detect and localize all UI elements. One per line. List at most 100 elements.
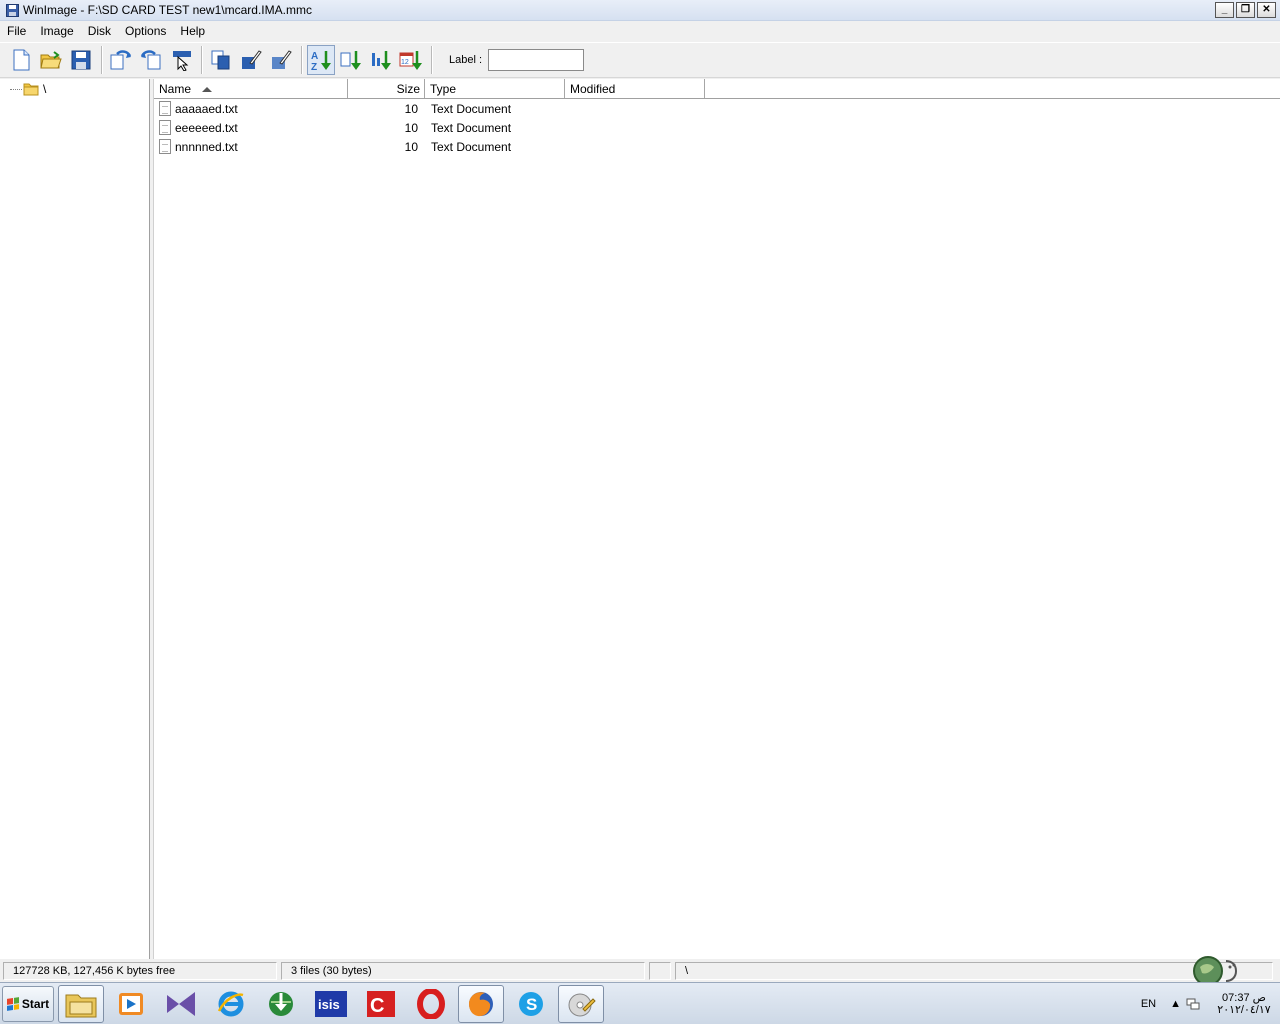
internet-explorer-icon	[217, 991, 244, 1016]
column-header-name[interactable]: Name	[154, 79, 348, 98]
sort-by-date-button[interactable]: 12	[397, 45, 425, 75]
status-blank	[649, 961, 671, 980]
check-button[interactable]	[267, 45, 295, 75]
start-button[interactable]: Start	[2, 985, 54, 1022]
taskbar-skype[interactable]: S	[508, 985, 554, 1023]
taskbar-visual-studio[interactable]	[158, 985, 204, 1023]
column-header-name-label: Name	[159, 82, 192, 96]
taskbar-internet-explorer[interactable]	[208, 985, 254, 1023]
firefox-icon	[469, 991, 493, 1016]
menu-bar: File Image Disk Options Help	[0, 21, 1280, 41]
svg-text:C: C	[370, 995, 384, 1017]
text-file-icon	[159, 120, 171, 135]
tree-item-label: \	[43, 82, 47, 96]
copy-button[interactable]	[207, 45, 235, 75]
toolbar-separator	[201, 46, 203, 74]
sort-by-type-button[interactable]	[337, 45, 365, 75]
close-button[interactable]: ✕	[1257, 2, 1276, 18]
text-file-icon	[159, 139, 171, 154]
minimize-button[interactable]: _	[1215, 2, 1234, 18]
edit-button[interactable]	[237, 45, 265, 75]
table-row[interactable]: eeeeeed.txt 10 Text Document	[154, 118, 1280, 137]
taskbar-opera[interactable]	[408, 985, 454, 1023]
file-name: eeeeeed.txt	[175, 120, 238, 135]
folder-tree: \	[0, 79, 150, 959]
taskbar: Start isis C S EN ▲ 07:37 ص ٢٠١٢/٠٤/١٧	[0, 982, 1280, 1024]
list-header: Name Size Type Modified	[154, 79, 1280, 99]
column-header-modified[interactable]: Modified	[565, 79, 705, 98]
open-folder-icon	[40, 51, 62, 69]
icc-app-icon: C	[367, 990, 395, 1017]
new-image-button[interactable]	[7, 45, 35, 75]
file-type: Text Document	[431, 101, 512, 116]
toolbar-separator	[101, 46, 103, 74]
table-row[interactable]: aaaaaed.txt 10 Text Document	[154, 99, 1280, 118]
svg-text:Z: Z	[311, 62, 317, 72]
save-button[interactable]	[67, 45, 95, 75]
text-file-icon	[159, 101, 171, 116]
opera-icon	[417, 988, 445, 1019]
floppy-disk-icon	[5, 3, 19, 17]
extract-button[interactable]	[107, 45, 135, 75]
tree-connector	[10, 88, 22, 90]
column-header-type[interactable]: Type	[425, 79, 565, 98]
clock-date: ٢٠١٢/٠٤/١٧	[1217, 1004, 1271, 1016]
file-size: 10	[404, 101, 418, 116]
taskbar-explorer[interactable]	[58, 984, 104, 1023]
sort-ascending-icon	[202, 87, 213, 93]
status-free-space: 127728 KB, 127,456 K bytes free	[3, 961, 277, 980]
menu-disk[interactable]: Disk	[81, 24, 118, 38]
file-type: Text Document	[431, 139, 512, 154]
toolbar: AZ 12 Label :	[0, 42, 1280, 78]
table-row[interactable]: nnnnned.txt 10 Text Document	[154, 137, 1280, 156]
status-path: \	[675, 961, 1273, 980]
media-player-icon	[119, 992, 143, 1015]
taskbar-media-player[interactable]	[108, 985, 154, 1023]
menu-file[interactable]: File	[0, 24, 33, 38]
sort-size-icon	[372, 51, 391, 70]
title-bar: WinImage - F:\SD CARD TEST new1\mcard.IM…	[0, 0, 1280, 21]
status-bar: 127728 KB, 127,456 K bytes free 3 files …	[0, 959, 1280, 982]
network-icon[interactable]	[1186, 998, 1200, 1010]
save-disk-icon	[71, 50, 91, 70]
language-indicator[interactable]: EN	[1141, 998, 1156, 1010]
svg-text:S: S	[526, 995, 537, 1014]
svg-text:A: A	[311, 51, 318, 62]
download-globe-icon	[269, 991, 293, 1016]
taskbar-winimage[interactable]	[558, 984, 604, 1023]
taskbar-download-manager[interactable]	[258, 985, 304, 1023]
skype-icon: S	[519, 991, 543, 1016]
sort-by-size-button[interactable]	[367, 45, 395, 75]
file-type: Text Document	[431, 120, 512, 135]
taskbar-isis[interactable]: isis	[308, 985, 354, 1023]
pointer-select-icon	[173, 51, 191, 71]
copy-icon	[211, 50, 230, 70]
taskbar-icc[interactable]: C	[358, 985, 404, 1023]
svg-text:12: 12	[401, 59, 409, 66]
menu-help[interactable]: Help	[173, 24, 212, 38]
inject-button[interactable]	[137, 45, 165, 75]
winimage-disc-icon	[568, 993, 596, 1016]
show-hidden-icons-icon[interactable]: ▲	[1170, 998, 1181, 1010]
folder-icon	[23, 83, 39, 96]
start-label: Start	[21, 996, 50, 1011]
tray-clock[interactable]: 07:37 ص ٢٠١٢/٠٤/١٧	[1208, 992, 1280, 1016]
restore-button[interactable]: ❐	[1236, 2, 1255, 18]
taskbar-firefox[interactable]	[458, 984, 504, 1023]
menu-options[interactable]: Options	[118, 24, 173, 38]
label-input[interactable]	[488, 49, 585, 71]
menu-image[interactable]: Image	[33, 24, 80, 38]
clock-time: 07:37 ص	[1222, 992, 1266, 1004]
file-size: 10	[404, 120, 418, 135]
column-header-size[interactable]: Size	[348, 79, 425, 98]
copy-arrow-icon	[110, 50, 132, 70]
open-button[interactable]	[37, 45, 65, 75]
file-list: Name Size Type Modified aaaaaed.txt 10 T…	[154, 79, 1280, 959]
sort-by-name-button[interactable]: AZ	[307, 45, 335, 75]
file-explorer-icon	[65, 994, 97, 1017]
select-button[interactable]	[167, 45, 195, 75]
tree-item-root[interactable]: \	[10, 82, 46, 96]
sort-type-icon	[340, 51, 361, 70]
pen-edit-icon	[242, 50, 262, 69]
file-size: 10	[404, 139, 418, 154]
